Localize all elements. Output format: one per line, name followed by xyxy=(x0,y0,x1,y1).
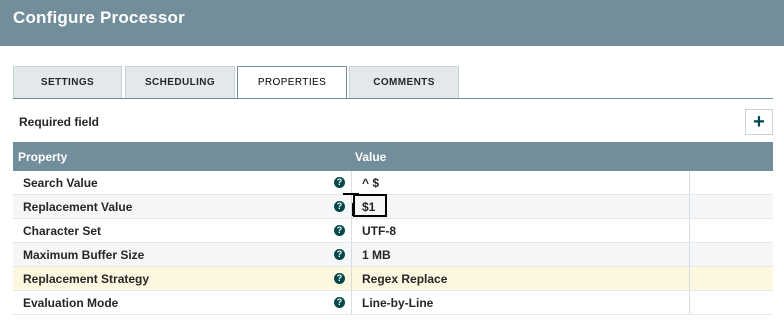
column-divider xyxy=(351,171,352,194)
column-divider xyxy=(351,243,352,266)
help-icon[interactable]: ? xyxy=(334,225,345,236)
column-header-property[interactable]: Property xyxy=(18,150,67,164)
property-name: Evaluation Mode xyxy=(23,296,119,310)
column-divider xyxy=(689,195,690,218)
help-icon[interactable]: ? xyxy=(334,249,345,260)
column-divider xyxy=(351,219,352,242)
column-divider xyxy=(689,243,690,266)
table-row[interactable]: Character Set ? UTF-8 xyxy=(13,219,773,243)
tabs-divider xyxy=(13,98,773,99)
column-divider xyxy=(689,291,690,314)
column-divider xyxy=(689,171,690,194)
help-icon[interactable]: ? xyxy=(334,201,345,212)
property-name: Replacement Value xyxy=(23,200,133,214)
properties-table: Property Value Search Value ? ^ $ Replac… xyxy=(13,142,773,315)
property-value[interactable]: Line-by-Line xyxy=(362,296,433,310)
column-divider xyxy=(351,267,352,290)
table-row[interactable]: Maximum Buffer Size ? 1 MB xyxy=(13,243,773,267)
property-name: Search Value xyxy=(23,176,98,190)
tab-settings[interactable]: SETTINGS xyxy=(13,66,122,98)
tab-properties[interactable]: PROPERTIES xyxy=(237,66,347,99)
dialog-title: Configure Processor xyxy=(13,8,185,27)
help-icon[interactable]: ? xyxy=(334,297,345,308)
table-row[interactable]: Replacement Strategy ? Regex Replace xyxy=(13,267,773,291)
property-name: Replacement Strategy xyxy=(23,272,150,286)
help-icon[interactable]: ? xyxy=(334,177,345,188)
add-property-button[interactable]: + xyxy=(745,109,773,135)
table-row[interactable]: Replacement Value ? $1 xyxy=(13,193,773,219)
column-header-value[interactable]: Value xyxy=(355,150,386,164)
required-field-label: Required field xyxy=(19,115,100,129)
table-row[interactable]: Evaluation Mode ? Line-by-Line xyxy=(13,291,773,315)
column-divider xyxy=(351,291,352,314)
column-divider xyxy=(689,219,690,242)
property-name: Character Set xyxy=(23,224,102,238)
property-value[interactable]: UTF-8 xyxy=(362,224,396,238)
tab-scheduling[interactable]: SCHEDULING xyxy=(125,66,235,98)
dialog-header: Configure Processor xyxy=(0,0,784,46)
property-name: Maximum Buffer Size xyxy=(23,248,145,262)
property-value[interactable]: ^ $ xyxy=(362,176,379,190)
property-value[interactable]: Regex Replace xyxy=(362,272,447,286)
table-row[interactable]: Search Value ? ^ $ xyxy=(13,171,773,195)
column-divider xyxy=(689,267,690,290)
property-value[interactable]: $1 xyxy=(362,200,375,214)
plus-icon: + xyxy=(753,110,765,133)
table-header: Property Value xyxy=(13,142,773,171)
help-icon[interactable]: ? xyxy=(334,273,345,284)
tab-comments[interactable]: COMMENTS xyxy=(349,66,459,98)
property-value[interactable]: 1 MB xyxy=(362,248,391,262)
